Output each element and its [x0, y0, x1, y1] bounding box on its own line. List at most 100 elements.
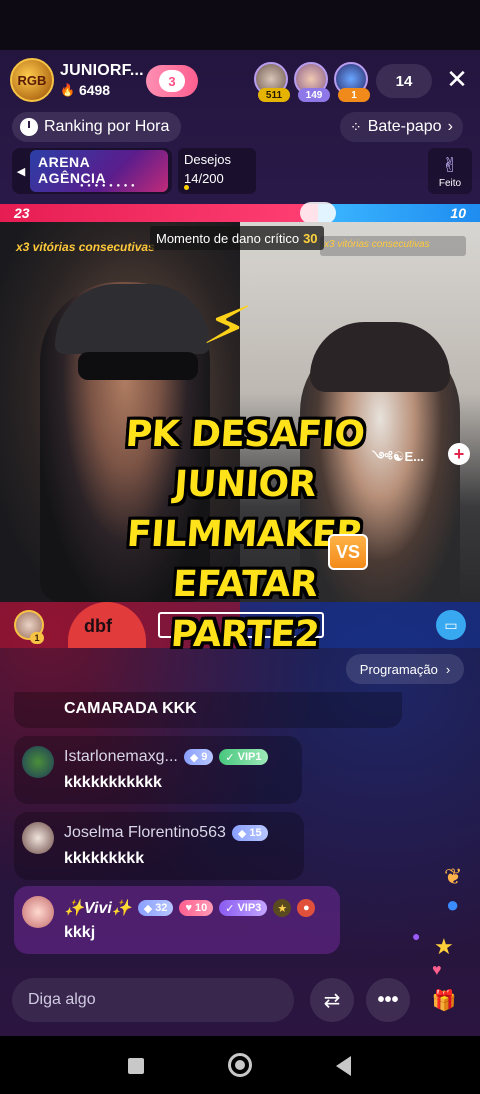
- share-icon[interactable]: ⇄: [310, 978, 354, 1022]
- host-name: JUNIORF...: [60, 62, 144, 79]
- message-input[interactable]: Diga algo: [12, 978, 294, 1022]
- home-icon[interactable]: [228, 1053, 252, 1077]
- pk-score-bar: [0, 204, 480, 222]
- right-streamer-hair: [310, 322, 450, 392]
- critical-label: Momento de dano crítico: [156, 230, 300, 246]
- streak-left: x3 vitórias consecutivas: [16, 240, 155, 254]
- ranking-button[interactable]: Ranking por Hora: [12, 112, 182, 142]
- chevron-right-icon: ›: [445, 661, 451, 677]
- chat-avatar[interactable]: [22, 896, 54, 928]
- pk-red-side: [0, 204, 318, 222]
- arena-banner[interactable]: ◀ ARENA AGÊNCIA ● ● ● ● ● ● ● ●: [12, 148, 172, 194]
- level-value: 32: [155, 902, 168, 914]
- brand-logo-text: dbf: [84, 616, 112, 636]
- left-streamer-glasses: [78, 352, 198, 380]
- message-input-placeholder: Diga algo: [28, 991, 96, 1008]
- vs-badge: VS: [328, 534, 368, 570]
- overlay-frame: [158, 612, 324, 638]
- critical-value: 30: [303, 230, 318, 246]
- viewer-badge-3: 1: [338, 88, 370, 102]
- host-profile[interactable]: RGB JUNIORF... 🔥 6498: [10, 58, 144, 102]
- floating-reactions: ❦ ● ● ★ ♥: [410, 862, 480, 992]
- heart-icon: 3: [159, 70, 185, 92]
- schedule-button[interactable]: Programação ›: [346, 654, 464, 684]
- level-badge: ◆ 15: [231, 825, 268, 841]
- chat-username-text: ✨Vivi✨: [64, 900, 132, 917]
- system-navigation-bar: [0, 1036, 480, 1094]
- star-icon: ★: [434, 934, 454, 959]
- level-badge: ◆ 32: [137, 900, 174, 916]
- balloon-icon: ●: [412, 928, 421, 944]
- progress-dot: [184, 185, 189, 190]
- top-viewer-1[interactable]: 511: [254, 62, 290, 102]
- chat-username-text: Istarlonemaxg...: [64, 748, 178, 765]
- viewer-badge-1: 511: [258, 88, 290, 102]
- contributors-row: 1 dbf ▭: [0, 602, 480, 648]
- wishlist-label: Desejos: [184, 152, 231, 167]
- chat-username[interactable]: Istarlonemaxg... ◆ 9 ✓ VIP1: [64, 748, 268, 766]
- critical-moment-banner: Momento de dano crítico 30: [150, 226, 324, 250]
- contributor-rank-badge: 1: [30, 632, 44, 644]
- vip-value: VIP1: [237, 751, 262, 763]
- host-likes: 🔥 6498: [60, 82, 144, 98]
- recent-apps-icon[interactable]: [128, 1058, 144, 1074]
- done-widget[interactable]: ✌ Feito: [428, 148, 472, 194]
- viewer-count[interactable]: 14: [376, 64, 432, 98]
- chevron-right-icon: ›: [447, 118, 453, 135]
- ranking-label: Ranking por Hora: [44, 118, 170, 135]
- level-value: 9: [201, 751, 208, 763]
- vip-badge: ✓ VIP3: [219, 900, 268, 916]
- gift-icon[interactable]: 🎁: [422, 978, 466, 1022]
- user-icon: ●: [297, 899, 316, 917]
- rabbit-icon: ✌: [441, 155, 459, 177]
- chat-tab-button[interactable]: ⁘ Bate-papo ›: [340, 112, 463, 142]
- arena-card[interactable]: ARENA AGÊNCIA ● ● ● ● ● ● ● ●: [30, 150, 168, 192]
- arrow-left-icon[interactable]: ◀: [12, 165, 30, 178]
- chat-avatar[interactable]: [22, 746, 54, 778]
- more-icon[interactable]: •••: [366, 978, 410, 1022]
- chat-tab-label: Bate-papo: [367, 118, 442, 135]
- chat-username[interactable]: Joselma Florentino563 ◆ 15: [64, 824, 268, 842]
- sofa-icon[interactable]: ▭: [436, 610, 466, 640]
- top-viewer-3[interactable]: 1: [334, 62, 370, 102]
- live-room: RGB JUNIORF... 🔥 6498 3 511 149 1 14 ✕ R…: [0, 50, 480, 1036]
- chat-username-text: Joselma Florentino563: [64, 824, 226, 841]
- host-info: JUNIORF... 🔥 6498: [60, 62, 144, 98]
- opponent-name[interactable]: ༺☯E...: [372, 442, 424, 479]
- vip-value: VIP3: [237, 902, 262, 914]
- host-avatar[interactable]: RGB: [10, 58, 54, 102]
- viewer-badge-2: 149: [298, 88, 330, 102]
- carousel-dots: ● ● ● ● ● ● ● ●: [80, 183, 136, 189]
- vip-badge: ✓ VIP1: [219, 749, 268, 765]
- flame-icon: 🔥: [60, 83, 75, 97]
- chat-message[interactable]: ✨Vivi✨ ◆ 32 ♥ 10 ✓ VIP3 ★ ● kkkj: [14, 886, 340, 954]
- chat-message[interactable]: Joselma Florentino563 ◆ 15 kkkkkkkkk: [14, 812, 304, 880]
- streak-right: x3 vitórias consecutivas: [320, 236, 466, 256]
- plus-icon[interactable]: +: [448, 443, 470, 465]
- pk-divider-icon: [300, 202, 336, 224]
- chat-message-text: kkkkkkkkk: [64, 850, 145, 867]
- done-label: Feito: [438, 178, 462, 189]
- chat-avatar[interactable]: [22, 822, 54, 854]
- follow-count: 3: [168, 73, 176, 89]
- host-likes-count: 6498: [78, 82, 111, 98]
- chat-message[interactable]: Istarlonemaxg... ◆ 9 ✓ VIP1 kkkkkkkkkkk: [14, 736, 302, 804]
- wishlist-value: 14/200: [184, 171, 224, 186]
- pk-right-score: 10: [450, 205, 466, 221]
- follow-button[interactable]: 3: [146, 65, 198, 97]
- balloon-icon: ●: [446, 892, 460, 917]
- chat-username[interactable]: ✨Vivi✨ ◆ 32 ♥ 10 ✓ VIP3 ★ ●: [64, 898, 316, 918]
- status-bar: [0, 0, 480, 50]
- chat-message-text: kkkj: [64, 924, 96, 941]
- pk-left-score: 23: [14, 205, 30, 221]
- schedule-label: Programação: [359, 661, 438, 677]
- level-value: 15: [249, 827, 262, 839]
- wishlist-widget[interactable]: Desejos 14/200: [178, 148, 256, 194]
- chat-message-text: kkkkkkkkkkk: [64, 774, 162, 791]
- hearts-value: 10: [194, 902, 208, 914]
- pk-video[interactable]: x3 vitórias consecutivas x3 vitórias con…: [0, 222, 480, 602]
- close-icon[interactable]: ✕: [440, 62, 474, 96]
- top-viewer-2[interactable]: 149: [294, 62, 330, 102]
- back-icon[interactable]: [336, 1056, 351, 1076]
- chat-message[interactable]: CAMARADA KKK: [14, 692, 402, 728]
